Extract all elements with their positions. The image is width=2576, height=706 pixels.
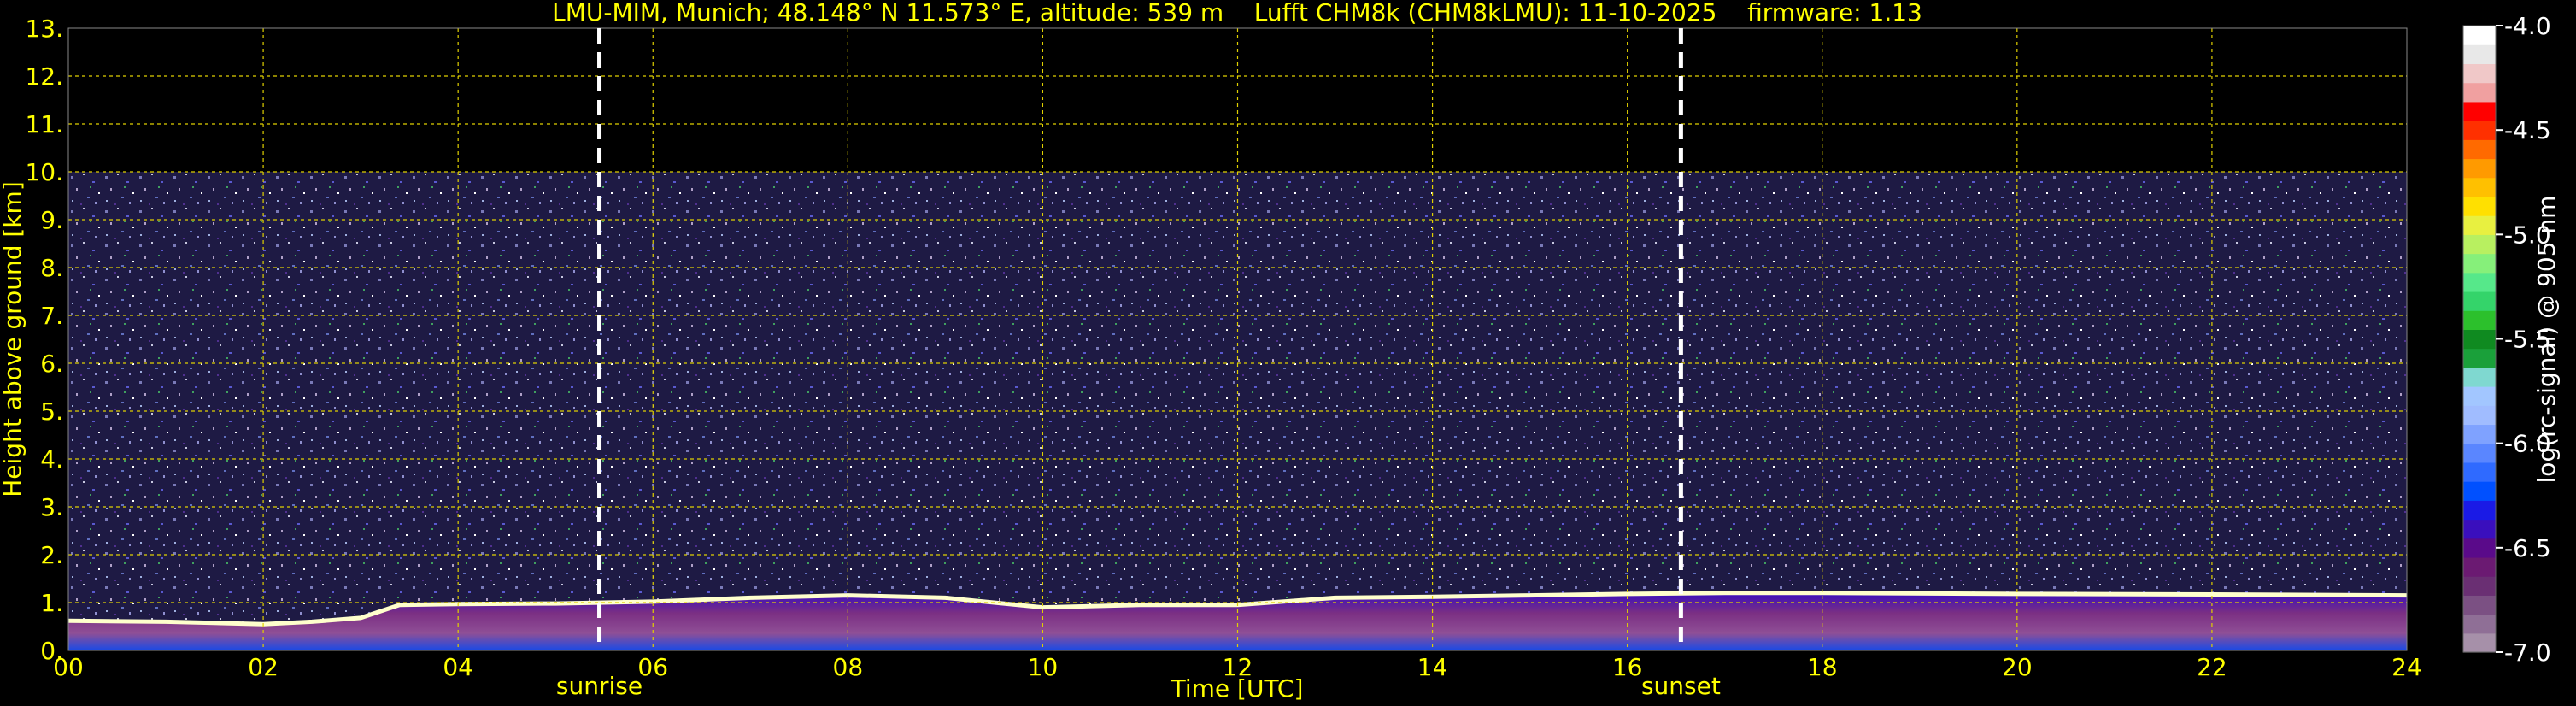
colorbar-segment: [2463, 139, 2496, 160]
chart-title: LMU-MIM, Munich; 48.148° N 11.573° E, al…: [552, 0, 1922, 26]
y-tick-label: 8.: [40, 254, 63, 282]
x-tick-label: 22: [2197, 653, 2227, 681]
y-tick-label: 9.: [40, 206, 63, 234]
y-tick-label: 3.: [40, 493, 63, 521]
y-tick-label: 11.: [25, 110, 63, 138]
colorbar-tick-label: -4.0: [2504, 12, 2551, 40]
colorbar-segment: [2463, 481, 2496, 501]
colorbar-tick-label: -6.5: [2504, 534, 2551, 562]
colorbar-segment: [2463, 538, 2496, 558]
y-tick-label: 0.: [40, 637, 63, 665]
colorbar-segment: [2463, 595, 2496, 615]
x-tick-label: 10: [1028, 653, 1059, 681]
colorbar-tick-label: -7.0: [2504, 638, 2551, 667]
y-tick-label: 5.: [40, 397, 63, 426]
colorbar-label: log(rc-signal) @ 905 nm: [2532, 196, 2561, 484]
colorbar-segment: [2463, 329, 2496, 350]
colorbar-segment: [2463, 291, 2496, 311]
colorbar-segment: [2463, 272, 2496, 292]
colorbar-segment: [2463, 424, 2496, 444]
colorbar: [2462, 25, 2497, 653]
plot-area: [67, 27, 2408, 651]
colorbar-segment: [2463, 556, 2496, 577]
colorbar-tick-label: -4.5: [2504, 116, 2551, 144]
y-axis-label: Height above ground [km]: [0, 181, 26, 497]
x-tick-label: 16: [1612, 653, 1643, 681]
colorbar-segment: [2463, 177, 2496, 197]
colorbar-segment: [2463, 614, 2496, 634]
colorbar-segment: [2463, 405, 2496, 426]
colorbar-segment: [2463, 26, 2496, 45]
colorbar-segment: [2463, 348, 2496, 368]
y-tick-label: 6.: [40, 350, 63, 378]
colorbar-segment: [2463, 632, 2496, 653]
x-tick-label: 08: [833, 653, 864, 681]
colorbar-segment: [2463, 101, 2496, 121]
colorbar-segment: [2463, 310, 2496, 330]
x-tick-label: 18: [1807, 653, 1838, 681]
y-tick-label: 13.: [25, 15, 63, 43]
y-tick-label: 4.: [40, 445, 63, 474]
annotation-label-sunrise: sunrise: [556, 672, 643, 700]
colorbar-segment: [2463, 386, 2496, 406]
ceilometer-chart: LMU-MIM, Munich; 48.148° N 11.573° E, al…: [0, 0, 2561, 703]
colorbar-segment: [2463, 196, 2496, 216]
colorbar-segment: [2463, 82, 2496, 103]
colorbar-segment: [2463, 215, 2496, 235]
colorbar-segment: [2463, 234, 2496, 255]
colorbar-segment: [2463, 44, 2496, 65]
colorbar-segment: [2463, 367, 2496, 387]
x-axis-label: Time [UTC]: [1171, 674, 1304, 703]
colorbar-segment: [2463, 253, 2496, 274]
colorbar-segment: [2463, 576, 2496, 596]
annotation-label-sunset: sunset: [1641, 672, 1721, 700]
y-tick-label: 12.: [25, 62, 63, 91]
x-tick-label: 20: [2002, 653, 2033, 681]
x-tick-label: 24: [2391, 653, 2422, 681]
y-tick-label: 10.: [25, 158, 63, 186]
x-tick-label: 04: [443, 653, 473, 681]
x-tick-label: 02: [248, 653, 279, 681]
y-tick-label: 7.: [40, 302, 63, 330]
colorbar-segment: [2463, 519, 2496, 539]
y-axis-ticks: 0. 1. 2. 3. 4. 5. 6. 7. 8. 9. 10. 11. 12. 13.: [25, 15, 63, 665]
x-tick-label: 14: [1417, 653, 1448, 681]
colorbar-segment: [2463, 121, 2496, 140]
y-tick-label: 1.: [40, 589, 63, 617]
colorbar-segment: [2463, 462, 2496, 482]
colorbar-segment: [2463, 500, 2496, 521]
colorbar-segment: [2463, 443, 2496, 463]
colorbar-segment: [2463, 63, 2496, 84]
y-tick-label: 2.: [40, 541, 63, 569]
colorbar-segment: [2463, 158, 2496, 179]
